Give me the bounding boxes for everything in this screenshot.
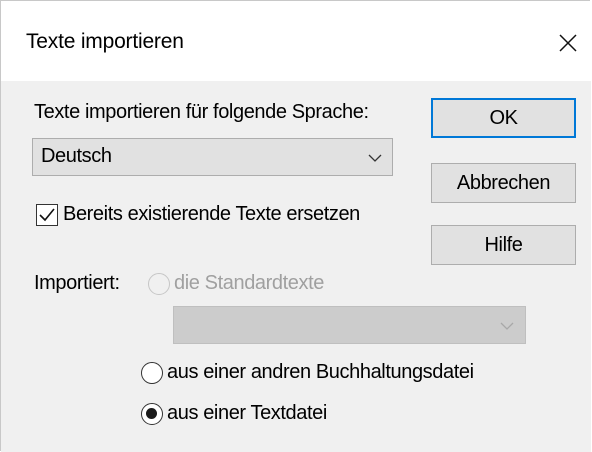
language-selected-value: Deutsch — [41, 145, 112, 167]
language-dropdown[interactable]: Deutsch — [32, 138, 393, 176]
help-button[interactable]: Hilfe — [431, 225, 576, 265]
import-texts-dialog: Texte importieren Texte importieren für … — [0, 0, 591, 452]
radio-standard-texts[interactable] — [148, 273, 170, 295]
dialog-body: Texte importieren für folgende Sprache: … — [1, 81, 591, 452]
radio-standard-texts-label: die Standardtexte — [174, 272, 324, 294]
checkmark-icon — [39, 208, 55, 222]
ok-button[interactable]: OK — [431, 98, 576, 138]
replace-existing-label: Bereits existierende Texte ersetzen — [63, 203, 360, 225]
chevron-down-icon — [368, 154, 382, 162]
dialog-title: Texte importieren — [26, 30, 184, 53]
radio-other-accounting-file[interactable] — [141, 362, 163, 384]
radio-selected-dot — [146, 408, 157, 419]
close-icon[interactable] — [553, 28, 583, 58]
language-label: Texte importieren für folgende Sprache: — [34, 101, 369, 123]
title-bar[interactable]: Texte importieren — [1, 1, 591, 81]
chevron-down-icon — [500, 322, 514, 330]
radio-text-file-label: aus einer Textdatei — [167, 402, 327, 424]
replace-existing-checkbox[interactable] — [36, 204, 58, 226]
cancel-button[interactable]: Abbrechen — [431, 163, 576, 203]
radio-text-file[interactable] — [141, 403, 163, 425]
import-label: Importiert: — [34, 272, 120, 294]
radio-other-accounting-file-label: aus einer andren Buchhaltungsdatei — [167, 361, 474, 383]
standard-texts-dropdown[interactable] — [173, 306, 526, 344]
